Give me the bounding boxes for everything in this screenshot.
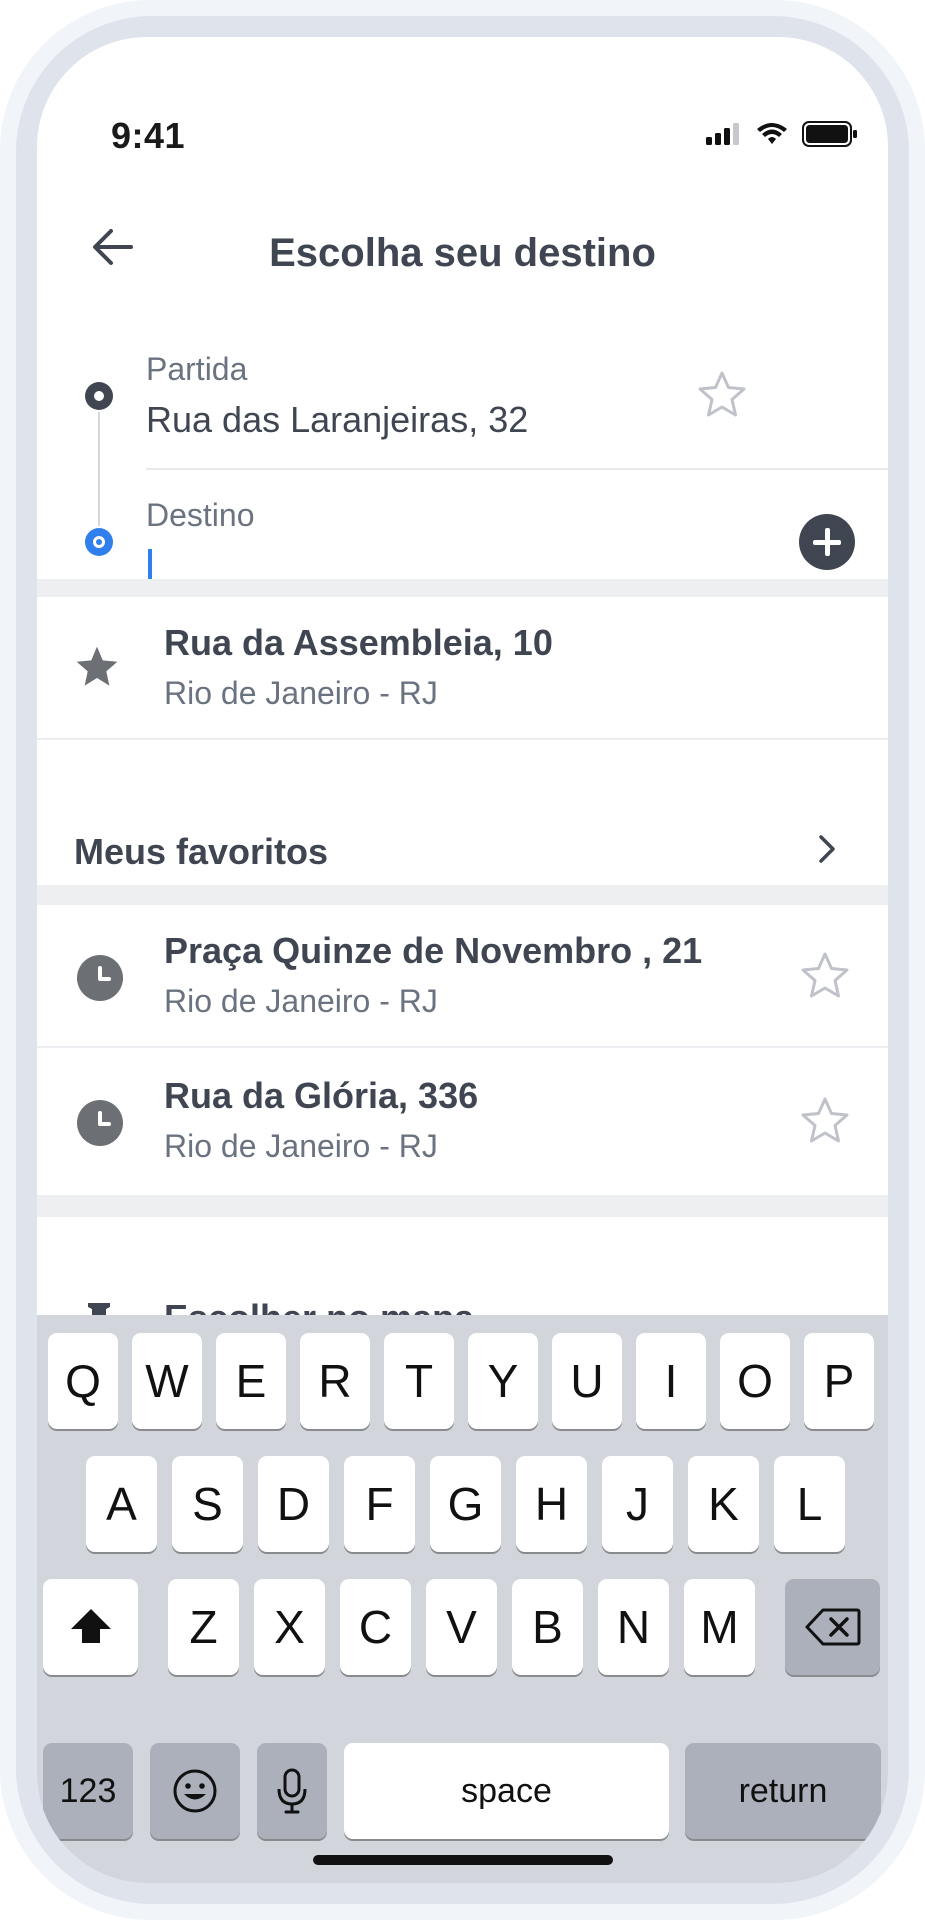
recent-row[interactable]: Praça Quinze de Novembro , 21 Rio de Jan…	[37, 905, 888, 1048]
space-key[interactable]: space	[344, 1743, 669, 1839]
key-z[interactable]: Z	[168, 1579, 239, 1675]
key-y[interactable]: Y	[468, 1333, 538, 1429]
route-form: Partida Rua das Laranjeiras, 32 Destino	[37, 327, 888, 612]
emoji-icon	[173, 1769, 217, 1813]
key-d[interactable]: D	[258, 1456, 329, 1552]
key-n[interactable]: N	[598, 1579, 669, 1675]
route-divider	[146, 468, 888, 470]
status-bar: 9:41	[37, 37, 888, 157]
keyboard: Q W E R T Y U I O P A S D F G H J K L Z …	[37, 1315, 888, 1883]
favorite-suggestion-subtitle: Rio de Janeiro - RJ	[164, 675, 438, 711]
home-indicator	[313, 1855, 613, 1865]
key-b[interactable]: B	[512, 1579, 583, 1675]
key-q[interactable]: Q	[48, 1333, 118, 1429]
key-f[interactable]: F	[344, 1456, 415, 1552]
recent-subtitle: Rio de Janeiro - RJ	[164, 983, 438, 1019]
key-t[interactable]: T	[384, 1333, 454, 1429]
wifi-icon	[757, 123, 787, 144]
microphone-icon	[277, 1768, 307, 1814]
key-l[interactable]: L	[774, 1456, 845, 1552]
key-v[interactable]: V	[426, 1579, 497, 1675]
return-key[interactable]: return	[685, 1743, 881, 1839]
key-s[interactable]: S	[172, 1456, 243, 1552]
key-p[interactable]: P	[804, 1333, 874, 1429]
recent-title: Praça Quinze de Novembro , 21	[164, 930, 703, 971]
row-divider	[37, 738, 888, 740]
recent-subtitle: Rio de Janeiro - RJ	[164, 1128, 438, 1164]
key-u[interactable]: U	[552, 1333, 622, 1429]
status-icons	[706, 121, 858, 147]
page-title: Escolha seu destino	[269, 231, 656, 275]
shift-arrow-icon	[70, 1609, 111, 1643]
favorite-suggestion-title: Rua da Assembleia, 10	[164, 622, 553, 663]
top-nav: Escolha seu destino	[37, 187, 888, 307]
route-connector-line	[98, 412, 100, 526]
section-separator	[37, 885, 888, 905]
star-filled-icon	[76, 646, 118, 686]
favorite-suggestion-row[interactable]: Rua da Assembleia, 10 Rio de Janeiro - R…	[37, 597, 888, 740]
origin-label: Partida	[146, 351, 248, 387]
destination-dot-icon	[85, 528, 113, 556]
key-x[interactable]: X	[254, 1579, 325, 1675]
recent-title: Rua da Glória, 336	[164, 1075, 479, 1116]
origin-dot-icon	[85, 382, 113, 410]
cellular-signal-icon	[706, 123, 739, 145]
key-o[interactable]: O	[720, 1333, 790, 1429]
key-m[interactable]: M	[684, 1579, 755, 1675]
backspace-icon	[805, 1608, 860, 1646]
chevron-right-icon	[819, 835, 835, 863]
row-divider	[37, 1046, 888, 1048]
backspace-key[interactable]	[785, 1579, 880, 1675]
battery-icon	[802, 121, 857, 147]
key-c[interactable]: C	[340, 1579, 411, 1675]
origin-field[interactable]: Rua das Laranjeiras, 32	[146, 399, 528, 441]
screen: 9:41 Escolha seu destino Partida Rua das…	[37, 37, 888, 1883]
microphone-key[interactable]	[257, 1743, 327, 1839]
key-j[interactable]: J	[602, 1456, 673, 1552]
clock-icon	[77, 1100, 123, 1146]
key-k[interactable]: K	[688, 1456, 759, 1552]
recent-row[interactable]: Rua da Glória, 336 Rio de Janeiro - RJ	[37, 1050, 888, 1193]
favorite-origin-star-icon[interactable]	[696, 369, 748, 421]
emoji-key[interactable]	[150, 1743, 240, 1839]
add-stop-button[interactable]	[799, 514, 855, 570]
my-favorites-label: Meus favoritos	[74, 831, 329, 872]
numbers-key[interactable]: 123	[43, 1743, 133, 1839]
favorite-star-outline-icon[interactable]	[799, 1095, 851, 1147]
section-separator	[37, 1195, 888, 1217]
key-h[interactable]: H	[516, 1456, 587, 1552]
destination-label: Destino	[146, 497, 255, 533]
key-r[interactable]: R	[300, 1333, 370, 1429]
key-a[interactable]: A	[86, 1456, 157, 1552]
key-w[interactable]: W	[132, 1333, 202, 1429]
status-time: 9:41	[111, 115, 186, 156]
key-e[interactable]: E	[216, 1333, 286, 1429]
key-g[interactable]: G	[430, 1456, 501, 1552]
clock-icon	[77, 955, 123, 1001]
favorite-star-outline-icon[interactable]	[799, 950, 851, 1002]
key-i[interactable]: I	[636, 1333, 706, 1429]
section-separator	[37, 579, 888, 597]
shift-key[interactable]	[43, 1579, 138, 1675]
